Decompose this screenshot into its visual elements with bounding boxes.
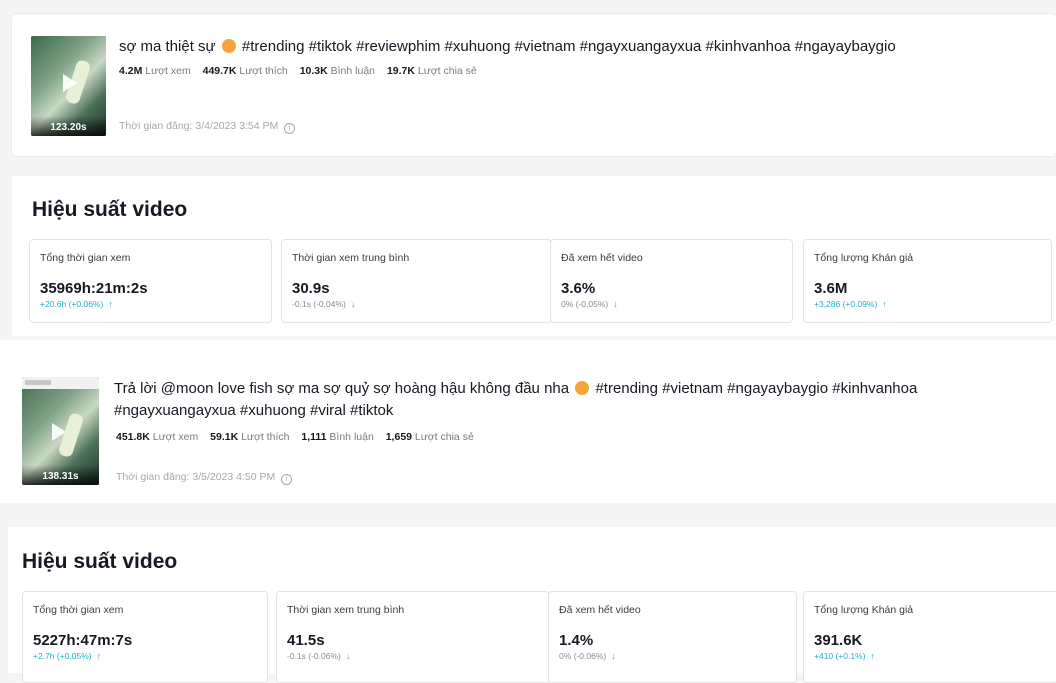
likes-label: Lượt thích bbox=[241, 431, 290, 443]
emoji-icon bbox=[221, 39, 236, 53]
metric-delta-text: -0.1s (-0.06%) bbox=[287, 651, 341, 661]
performance-panel-1: Hiệu suất video Tổng thời gian xem 35969… bbox=[12, 176, 1056, 336]
metric-label: Tổng thời gian xem bbox=[40, 252, 131, 264]
likes-label: Lượt thích bbox=[239, 65, 288, 77]
performance-title: Hiệu suất video bbox=[32, 198, 188, 221]
comments-value: 1,111 bbox=[301, 431, 327, 443]
metric-delta: -0.1s (-0.04%) ↓ bbox=[292, 299, 355, 309]
metric-delta: +3,286 (+0.09%) ↑ bbox=[814, 299, 887, 309]
metric-watched-full[interactable]: Đã xem hết video 1.4% 0% (-0.06%) ↓ bbox=[548, 591, 797, 683]
info-icon[interactable]: i bbox=[281, 474, 293, 485]
shares-label: Lượt chia sẻ bbox=[417, 65, 477, 77]
play-icon bbox=[63, 74, 77, 92]
metric-label: Đã xem hết video bbox=[559, 604, 641, 616]
video-title[interactable]: sợ ma thiệt sự #trending #tiktok #review… bbox=[119, 37, 896, 56]
metric-value: 5227h:47m:7s bbox=[33, 632, 133, 649]
video-card-2[interactable]: 138.31s Trả lời @moon love fish sợ ma sợ… bbox=[0, 340, 1056, 503]
likes-value: 59.1K bbox=[210, 431, 239, 443]
arrow-down-icon: ↓ bbox=[350, 299, 356, 309]
video-title-text: Trả lời @moon love fish sợ ma sợ quỷ sợ … bbox=[114, 380, 570, 397]
video-title-line2[interactable]: #ngayxuangayxua #xuhuong #viral #tiktok bbox=[114, 401, 393, 420]
metric-delta-text: +2.7h (+0.05%) bbox=[33, 651, 92, 661]
metric-value: 30.9s bbox=[292, 280, 330, 297]
metric-label: Thời gian xem trung bình bbox=[292, 252, 410, 264]
comments-label: Bình luận bbox=[330, 65, 376, 77]
arrow-down-icon: ↓ bbox=[345, 651, 351, 661]
arrow-up-icon: ↑ bbox=[108, 299, 113, 309]
metric-label: Tổng lượng Khán giả bbox=[814, 252, 914, 264]
video-stats: 451.8K Lượt xem 59.1K Lượt thích 1,111 B… bbox=[116, 431, 474, 443]
metric-delta: 0% (-0.05%) ↓ bbox=[561, 299, 618, 309]
video-title[interactable]: Trả lời @moon love fish sợ ma sợ quỷ sợ … bbox=[114, 379, 917, 398]
views-value: 451.8K bbox=[116, 431, 150, 443]
emoji-icon bbox=[575, 381, 590, 395]
metric-total-audience[interactable]: Tổng lượng Khán giả 391.6K +410 (+0.1%) ↑ bbox=[803, 591, 1056, 683]
comments-label: Bình luận bbox=[329, 431, 374, 443]
posted-time: Thời gian đăng: 3/5/2023 4:50 PM i bbox=[116, 471, 293, 485]
video-duration: 123.20s bbox=[31, 116, 106, 136]
metric-label: Thời gian xem trung bình bbox=[287, 604, 405, 616]
likes-value: 449.7K bbox=[202, 65, 237, 77]
metric-average-watch-time[interactable]: Thời gian xem trung bình 30.9s -0.1s (-0… bbox=[281, 239, 552, 323]
metric-delta-text: +3,286 (+0.09%) bbox=[814, 299, 878, 309]
video-title-hashtags: #trending #tiktok #reviewphim #xuhuong #… bbox=[241, 38, 896, 55]
metric-label: Tổng thời gian xem bbox=[33, 604, 124, 616]
arrow-up-icon: ↑ bbox=[882, 299, 887, 309]
arrow-down-icon: ↓ bbox=[613, 299, 618, 309]
shares-value: 1,659 bbox=[385, 431, 412, 443]
video-thumbnail[interactable]: 123.20s bbox=[31, 36, 106, 136]
metric-delta: +2.7h (+0.05%) ↑ bbox=[33, 651, 101, 661]
performance-title: Hiệu suất video bbox=[22, 550, 178, 573]
views-label: Lượt xem bbox=[152, 431, 199, 443]
metric-delta: +20.6h (+0.06%) ↑ bbox=[40, 299, 113, 309]
posted-time-text: Thời gian đăng: 3/4/2023 3:54 PM bbox=[119, 120, 279, 132]
metric-watched-full[interactable]: Đã xem hết video 3.6% 0% (-0.05%) ↓ bbox=[550, 239, 793, 323]
metric-value: 3.6% bbox=[561, 280, 596, 297]
metric-delta-text: 0% (-0.05%) bbox=[561, 299, 609, 309]
metric-delta-text: +20.6h (+0.06%) bbox=[40, 299, 104, 309]
arrow-down-icon: ↓ bbox=[611, 651, 616, 661]
metric-delta: -0.1s (-0.06%) ↓ bbox=[287, 651, 350, 661]
metric-value: 1.4% bbox=[559, 632, 594, 649]
metric-value: 41.5s bbox=[287, 632, 325, 649]
posted-time-text: Thời gian đăng: 3/5/2023 4:50 PM bbox=[116, 471, 276, 483]
metric-delta: 0% (-0.06%) ↓ bbox=[559, 651, 616, 661]
metric-delta-text: +410 (+0.1%) bbox=[814, 651, 866, 661]
metric-delta-text: 0% (-0.06%) bbox=[559, 651, 607, 661]
metric-total-audience[interactable]: Tổng lượng Khán giả 3.6M +3,286 (+0.09%)… bbox=[803, 239, 1052, 323]
metric-total-watch-time[interactable]: Tổng thời gian xem 5227h:47m:7s +2.7h (+… bbox=[22, 591, 268, 683]
arrow-up-icon: ↑ bbox=[96, 651, 102, 661]
shares-label: Lượt chia sẻ bbox=[414, 431, 474, 443]
metric-delta-text: -0.1s (-0.04%) bbox=[292, 299, 346, 309]
views-label: Lượt xem bbox=[145, 65, 191, 77]
metric-total-watch-time[interactable]: Tổng thời gian xem 35969h:21m:2s +20.6h … bbox=[29, 239, 272, 323]
arrow-up-icon: ↑ bbox=[870, 651, 876, 661]
shares-value: 19.7K bbox=[386, 65, 415, 77]
video-duration: 138.31s bbox=[22, 465, 99, 485]
info-icon[interactable]: i bbox=[284, 123, 296, 134]
metric-delta: +410 (+0.1%) ↑ bbox=[814, 651, 875, 661]
video-stats: 4.2M Lượt xem 449.7K Lượt thích 10.3K Bì… bbox=[119, 65, 477, 77]
video-title-hashtags: #trending #vietnam #ngayaybaygio #kinhva… bbox=[595, 380, 918, 397]
video-thumbnail[interactable]: 138.31s bbox=[22, 377, 99, 485]
metric-average-watch-time[interactable]: Thời gian xem trung bình 41.5s -0.1s (-0… bbox=[276, 591, 550, 683]
metric-value: 391.6K bbox=[814, 632, 863, 649]
metric-label: Đã xem hết video bbox=[561, 252, 643, 264]
video-title-text: sợ ma thiệt sự bbox=[119, 38, 216, 55]
play-icon bbox=[52, 423, 66, 441]
video-card-1[interactable]: 123.20s sợ ma thiệt sự #trending #tiktok… bbox=[12, 14, 1056, 156]
views-value: 4.2M bbox=[119, 65, 143, 77]
performance-panel-2: Hiệu suất video Tổng thời gian xem 5227h… bbox=[8, 527, 1056, 683]
metric-value: 3.6M bbox=[814, 280, 848, 297]
comments-value: 10.3K bbox=[299, 65, 328, 77]
posted-time: Thời gian đăng: 3/4/2023 3:54 PM i bbox=[119, 120, 296, 134]
metric-label: Tổng lượng Khán giả bbox=[814, 604, 914, 616]
metric-value: 35969h:21m:2s bbox=[40, 280, 148, 297]
